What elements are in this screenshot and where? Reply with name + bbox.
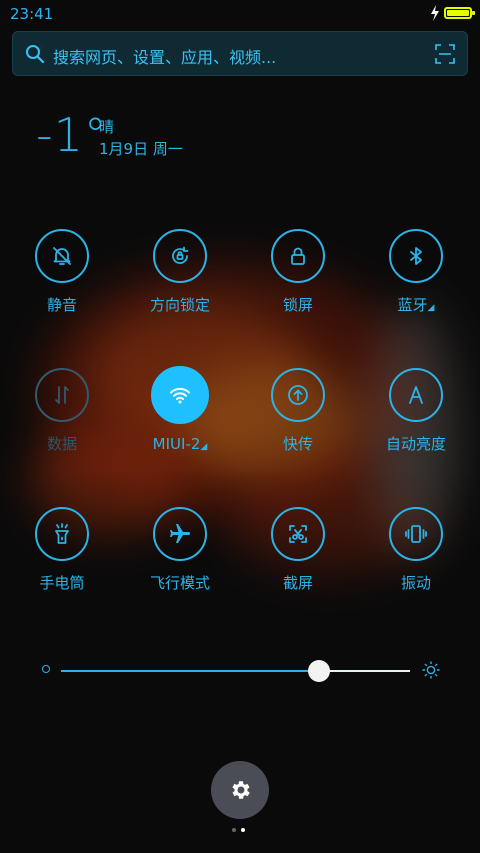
- search-icon: [26, 45, 45, 64]
- toggle-label: 数据: [46, 435, 77, 453]
- toggle-label: 振动: [400, 574, 431, 592]
- submenu-indicator-icon: ◢: [427, 303, 435, 313]
- airplane-icon: [170, 524, 190, 543]
- toggle-quick-transfer[interactable]: 快传: [243, 368, 353, 468]
- search-input[interactable]: 搜索网页、设置、应用、视频...: [53, 44, 276, 68]
- battery-icon: [444, 7, 475, 19]
- submenu-indicator-icon: ◢: [200, 442, 208, 452]
- gear-icon: [232, 781, 250, 799]
- toggle-label: 截屏: [282, 574, 313, 592]
- toggle-airplane[interactable]: 飞行模式: [125, 507, 235, 607]
- toggle-label: 静音: [46, 296, 77, 314]
- toggle-wifi[interactable]: MIUI-2◢: [125, 366, 235, 468]
- toggle-label: 飞行模式: [149, 574, 210, 592]
- lock-button[interactable]: [271, 229, 325, 283]
- bluetooth-button[interactable]: [389, 229, 443, 283]
- weather-condition: 晴: [99, 118, 115, 136]
- screenshot-button[interactable]: [271, 507, 325, 561]
- toggle-mobile-data[interactable]: 数据: [7, 368, 117, 468]
- wifi-icon: [170, 387, 190, 404]
- toggle-label: 自动亮度: [385, 435, 446, 453]
- toggle-auto-brightness[interactable]: 自动亮度: [361, 368, 471, 468]
- wifi-button[interactable]: [151, 366, 209, 424]
- toggle-label: 手电筒: [39, 574, 85, 592]
- lock-icon: [291, 247, 305, 265]
- page-dot: [241, 828, 245, 832]
- status-bar: 23:41: [0, 0, 480, 28]
- page-dot: [232, 828, 236, 832]
- charging-bolt-icon: [431, 5, 439, 21]
- mobile-data-icon: [55, 386, 69, 404]
- temperature: -1°: [36, 108, 108, 162]
- bluetooth-icon: [410, 247, 422, 265]
- mute-bell-button[interactable]: [35, 229, 89, 283]
- toggle-vibrate[interactable]: 振动: [361, 507, 471, 607]
- toggle-flashlight[interactable]: 手电筒: [7, 507, 117, 607]
- vibrate-button[interactable]: [389, 507, 443, 561]
- brightness-thumb[interactable]: [308, 660, 331, 682]
- settings-button[interactable]: [211, 761, 269, 819]
- toggle-rotation-lock[interactable]: 方向锁定: [125, 229, 235, 329]
- flashlight-icon: [55, 523, 69, 544]
- toggle-screenshot[interactable]: 截屏: [243, 507, 353, 607]
- date-label: 1月9日 周一: [99, 140, 183, 158]
- toggle-label: 快传: [282, 435, 313, 453]
- search-bar[interactable]: 搜索网页、设置、应用、视频...: [12, 31, 468, 76]
- toggle-bluetooth[interactable]: 蓝牙◢: [361, 229, 471, 329]
- brightness-high-icon: [422, 661, 440, 679]
- page-indicator: [232, 828, 252, 834]
- toggle-label: MIUI-2◢: [152, 435, 208, 453]
- brightness-slider[interactable]: [40, 655, 440, 685]
- flashlight-button[interactable]: [35, 507, 89, 561]
- airplane-button[interactable]: [153, 507, 207, 561]
- toggle-lock[interactable]: 锁屏: [243, 229, 353, 329]
- toggle-label: 蓝牙◢: [397, 296, 435, 314]
- scan-icon[interactable]: [435, 44, 455, 64]
- auto-brightness-icon: [409, 386, 423, 404]
- mute-bell-icon: [53, 247, 71, 265]
- vibrate-icon: [405, 525, 427, 543]
- auto-brightness-button[interactable]: [389, 368, 443, 422]
- brightness-low-icon: [42, 665, 50, 673]
- rotation-lock-icon: [172, 246, 189, 264]
- mobile-data-button[interactable]: [35, 368, 89, 422]
- toggle-label: 锁屏: [282, 296, 313, 314]
- toggle-label: 方向锁定: [149, 296, 210, 314]
- quick-transfer-button[interactable]: [271, 368, 325, 422]
- rotation-lock-button[interactable]: [153, 229, 207, 283]
- clock: 23:41: [10, 5, 54, 23]
- screenshot-icon: [289, 525, 307, 543]
- quick-transfer-icon: [288, 385, 308, 405]
- toggle-mute-bell[interactable]: 静音: [7, 229, 117, 329]
